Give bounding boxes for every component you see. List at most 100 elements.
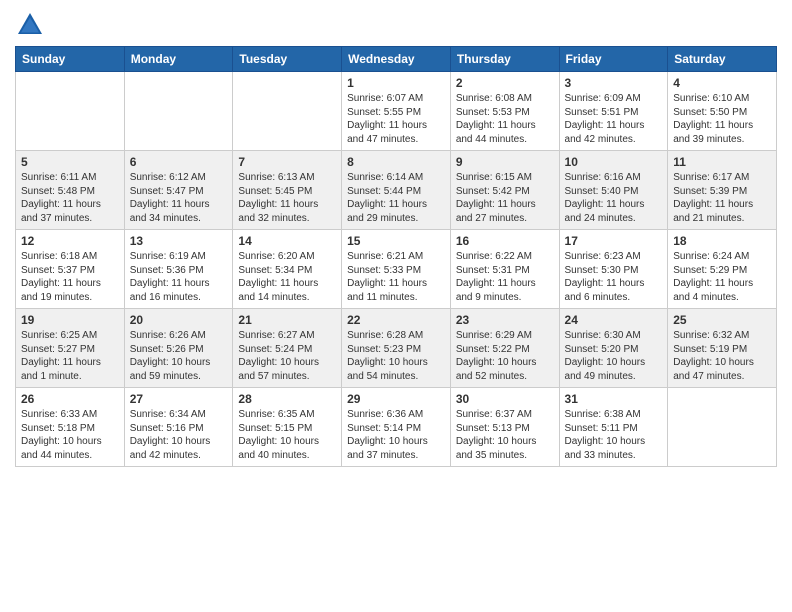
day-info-line: Sunset: 5:13 PM bbox=[456, 423, 530, 434]
day-info-line: Sunrise: 6:08 AM bbox=[456, 93, 532, 104]
day-info-line: Sunset: 5:11 PM bbox=[565, 423, 638, 434]
day-info-line: Sunrise: 6:10 AM bbox=[673, 93, 749, 104]
day-info: Sunrise: 6:20 AMSunset: 5:34 PMDaylight:… bbox=[238, 250, 336, 304]
day-number: 30 bbox=[456, 392, 554, 406]
header bbox=[15, 10, 777, 40]
day-info: Sunrise: 6:37 AM Sunset: 5:13 PM Daylight:… bbox=[456, 408, 554, 462]
day-info-line: Sunset: 5:24 PM bbox=[238, 344, 312, 355]
day-info-line: Daylight: 10 hours and 54 minutes. bbox=[347, 357, 428, 382]
day-number: 21 bbox=[238, 313, 336, 327]
day-number: 8 bbox=[347, 155, 445, 169]
day-of-week-header: Sunday bbox=[16, 47, 125, 72]
day-info: Sunrise: 6:14 AMSunset: 5:44 PMDaylight:… bbox=[347, 171, 445, 225]
day-number: 28 bbox=[238, 392, 336, 406]
day-info-line: Sunrise: 6:30 AM bbox=[565, 330, 641, 341]
day-info-line: Sunset: 5:14 PM bbox=[347, 423, 421, 434]
day-info-line: Sunrise: 6:19 AM bbox=[130, 251, 206, 262]
day-info-line: Sunrise: 6:26 AM bbox=[130, 330, 206, 341]
day-info: Sunrise: 6:28 AMSunset: 5:23 PMDaylight:… bbox=[347, 329, 445, 383]
calendar-cell bbox=[124, 72, 233, 151]
day-number: 26 bbox=[21, 392, 119, 406]
day-info-line: Sunrise: 6:17 AM bbox=[673, 172, 749, 183]
calendar-cell: 11Sunrise: 6:17 AMSunset: 5:39 PMDayligh… bbox=[668, 151, 777, 230]
logo-icon bbox=[15, 10, 45, 40]
calendar-cell: 17Sunrise: 6:23 AMSunset: 5:30 PMDayligh… bbox=[559, 230, 668, 309]
calendar-cell: 1Sunrise: 6:07 AMSunset: 5:55 PMDaylight… bbox=[342, 72, 451, 151]
day-info-line: Sunrise: 6:12 AM bbox=[130, 172, 206, 183]
day-number: 15 bbox=[347, 234, 445, 248]
day-info: Sunrise: 6:17 AM Sunset: 5:39 PM Daylight:… bbox=[673, 171, 771, 225]
day-number: 6 bbox=[130, 155, 228, 169]
day-info: Sunrise: 6:33 AMSunset: 5:18 PMDaylight:… bbox=[21, 408, 119, 462]
day-info: Sunrise: 6:27 AMSunset: 5:24 PMDaylight:… bbox=[238, 329, 336, 383]
day-info-line: Daylight: 11 hours and 29 minutes. bbox=[347, 199, 427, 224]
calendar-cell: 7Sunrise: 6:13 AMSunset: 5:45 PMDaylight… bbox=[233, 151, 342, 230]
day-info: Sunrise: 6:24 AMSunset: 5:29 PMDaylight:… bbox=[673, 250, 771, 304]
calendar-cell: 31Sunrise: 6:38 AMSunset: 5:11 PMDayligh… bbox=[559, 388, 668, 467]
day-info-line: Sunset: 5:22 PM bbox=[456, 344, 530, 355]
day-info-line: Sunset: 5:47 PM bbox=[130, 186, 204, 197]
day-info-line: Daylight: 10 hours and 44 minutes. bbox=[21, 436, 102, 461]
day-number: 16 bbox=[456, 234, 554, 248]
calendar-cell: 18Sunrise: 6:24 AMSunset: 5:29 PMDayligh… bbox=[668, 230, 777, 309]
day-info-line: Sunset: 5:27 PM bbox=[21, 344, 95, 355]
day-info-line: Daylight: 10 hours and 47 minutes. bbox=[673, 357, 754, 382]
day-number: 5 bbox=[21, 155, 119, 169]
day-info-line: Sunset: 5:34 PM bbox=[238, 265, 312, 276]
day-info-line: Daylight: 10 hours and 49 minutes. bbox=[565, 357, 646, 382]
day-info-line: Sunset: 5:40 PM bbox=[565, 186, 639, 197]
day-number: 27 bbox=[130, 392, 228, 406]
calendar-week-row: 12Sunrise: 6:18 AMSunset: 5:37 PMDayligh… bbox=[16, 230, 777, 309]
calendar-week-row: 26 Sunrise: 6:33 AMSunset: 5:18 PMDayligh… bbox=[16, 388, 777, 467]
day-info-line: Sunset: 5:23 PM bbox=[347, 344, 421, 355]
day-info: Sunrise: 6:25 AMSunset: 5:27 PMDaylight:… bbox=[21, 329, 119, 383]
day-info-line: Sunrise: 6:07 AM bbox=[347, 93, 423, 104]
calendar-cell: 26 Sunrise: 6:33 AMSunset: 5:18 PMDayligh… bbox=[16, 388, 125, 467]
calendar-cell: 2Sunrise: 6:08 AMSunset: 5:53 PMDaylight… bbox=[450, 72, 559, 151]
day-number: 10 bbox=[565, 155, 663, 169]
day-info-line: Daylight: 10 hours and 42 minutes. bbox=[130, 436, 211, 461]
day-info-line: Sunset: 5:20 PM bbox=[565, 344, 639, 355]
calendar-cell: 3Sunrise: 6:09 AMSunset: 5:51 PMDaylight… bbox=[559, 72, 668, 151]
calendar-cell bbox=[233, 72, 342, 151]
day-info: Sunrise: 6:15 AMSunset: 5:42 PMDaylight:… bbox=[456, 171, 554, 225]
day-info-line: Sunset: 5:55 PM bbox=[347, 107, 421, 118]
day-info-line: Sunrise: 6:37 AM bbox=[456, 409, 532, 420]
day-info-line: Sunrise: 6:21 AM bbox=[347, 251, 423, 262]
day-info: Sunrise: 6:07 AMSunset: 5:55 PMDaylight:… bbox=[347, 92, 445, 146]
day-number: 4 bbox=[673, 76, 771, 90]
day-info: Sunrise: 6:13 AMSunset: 5:45 PMDaylight:… bbox=[238, 171, 336, 225]
calendar-cell: 16 Sunrise: 6:22 AMSunset: 5:31 PMDayligh… bbox=[450, 230, 559, 309]
day-info-line: Sunrise: 6:09 AM bbox=[565, 93, 641, 104]
day-info-line: Daylight: 11 hours and 9 minutes. bbox=[456, 278, 536, 303]
calendar-cell: 30 Sunrise: 6:37 AM Sunset: 5:13 PM Dayligh… bbox=[450, 388, 559, 467]
calendar-cell: 25Sunrise: 6:32 AMSunset: 5:19 PMDayligh… bbox=[668, 309, 777, 388]
day-info-line: Sunset: 5:36 PM bbox=[130, 265, 204, 276]
day-info-line: Sunrise: 6:36 AM bbox=[347, 409, 423, 420]
day-info-line: Sunset: 5:19 PM bbox=[673, 344, 747, 355]
calendar-cell: 12Sunrise: 6:18 AMSunset: 5:37 PMDayligh… bbox=[16, 230, 125, 309]
day-info-line: Sunrise: 6:27 AM bbox=[238, 330, 314, 341]
calendar-cell: 22Sunrise: 6:28 AMSunset: 5:23 PMDayligh… bbox=[342, 309, 451, 388]
day-info-line: Daylight: 10 hours and 35 minutes. bbox=[456, 436, 537, 461]
day-number: 2 bbox=[456, 76, 554, 90]
day-info-line: Daylight: 11 hours and 21 minutes. bbox=[673, 199, 753, 224]
day-info: Sunrise: 6:16 AMSunset: 5:40 PMDaylight:… bbox=[565, 171, 663, 225]
day-of-week-header: Monday bbox=[124, 47, 233, 72]
calendar-cell: 24Sunrise: 6:30 AMSunset: 5:20 PMDayligh… bbox=[559, 309, 668, 388]
calendar-cell: 23Sunrise: 6:29 AMSunset: 5:22 PMDayligh… bbox=[450, 309, 559, 388]
day-info: Sunrise: 6:38 AMSunset: 5:11 PMDaylight:… bbox=[565, 408, 663, 462]
day-info: Sunrise: 6:22 AMSunset: 5:31 PMDaylight:… bbox=[456, 250, 554, 304]
calendar-table: SundayMondayTuesdayWednesdayThursdayFrid… bbox=[15, 46, 777, 467]
calendar-cell bbox=[668, 388, 777, 467]
day-number: 14 bbox=[238, 234, 336, 248]
day-info-line: Sunset: 5:16 PM bbox=[130, 423, 204, 434]
day-info-line: Sunrise: 6:24 AM bbox=[673, 251, 749, 262]
day-info-line: Sunset: 5:39 PM bbox=[673, 186, 747, 197]
day-info-line: Daylight: 10 hours and 33 minutes. bbox=[565, 436, 646, 461]
day-of-week-header: Thursday bbox=[450, 47, 559, 72]
day-info-line: Daylight: 11 hours and 44 minutes. bbox=[456, 120, 536, 145]
day-info: Sunrise: 6:36 AMSunset: 5:14 PMDaylight:… bbox=[347, 408, 445, 462]
day-number: 25 bbox=[673, 313, 771, 327]
day-info-line: Sunrise: 6:18 AM bbox=[21, 251, 97, 262]
